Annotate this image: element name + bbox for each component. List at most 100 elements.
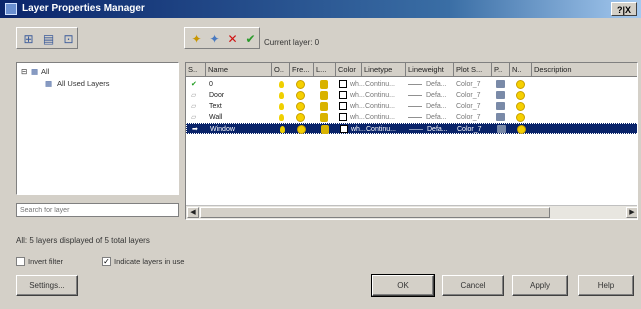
layer-plot-style[interactable]: Color_7	[456, 90, 481, 101]
settings-button[interactable]: Settings...	[16, 275, 78, 296]
lineweight-line-icon[interactable]: ——	[408, 101, 422, 112]
layer-row[interactable]: ▱ Text wh... Continu... —— Defa... Color_7	[186, 101, 637, 112]
current-check-icon[interactable]: ✔	[191, 79, 197, 90]
layer-lineweight[interactable]: Defa...	[427, 124, 448, 135]
layer-row[interactable]: ▱ Door wh... Continu... —— Defa... Color_7	[186, 90, 637, 101]
invert-filter-box[interactable]	[16, 257, 25, 266]
color-swatch-icon[interactable]	[339, 113, 347, 121]
layer-name[interactable]: Text	[209, 101, 222, 112]
lineweight-line-icon[interactable]: ——	[408, 79, 422, 90]
scroll-thumb[interactable]	[200, 207, 550, 218]
lock-icon[interactable]	[320, 113, 328, 122]
layer-lineweight[interactable]: Defa...	[426, 112, 447, 123]
layer-name[interactable]: Door	[209, 90, 224, 101]
plot-printer-icon[interactable]	[496, 91, 505, 99]
invert-filter-checkbox[interactable]: Invert filter	[16, 257, 63, 266]
layer-linetype[interactable]: Continu...	[366, 124, 396, 135]
lock-icon[interactable]	[320, 80, 328, 89]
on-bulb-icon[interactable]	[279, 92, 284, 99]
layer-color[interactable]: wh...	[350, 90, 365, 101]
layer-plot-style[interactable]: Color_7	[457, 124, 482, 135]
window-controls[interactable]: ?|X	[611, 2, 637, 16]
status-icon[interactable]: ▱	[191, 101, 196, 112]
scroll-right-icon[interactable]: ▶	[626, 207, 637, 218]
layer-linetype[interactable]: Continu...	[365, 101, 395, 112]
lock-icon[interactable]	[320, 91, 328, 100]
layer-color[interactable]: wh...	[350, 112, 365, 123]
lock-icon[interactable]	[321, 125, 329, 134]
layer-plot-style[interactable]: Color_7	[456, 112, 481, 123]
column-header[interactable]: Lineweight	[406, 63, 454, 77]
column-header[interactable]: Fre...	[290, 63, 314, 77]
layer-row[interactable]: ➡ Window wh... Continu... —— Defa... Color_7	[186, 123, 637, 135]
cancel-button[interactable]: Cancel	[442, 275, 504, 296]
new-vp-freeze-icon[interactable]	[516, 113, 525, 122]
new-vp-freeze-icon[interactable]	[516, 80, 525, 89]
new-property-filter-icon[interactable]: ⊞	[20, 30, 37, 47]
lineweight-line-icon[interactable]: ——	[408, 112, 422, 123]
layer-color[interactable]: wh...	[350, 101, 365, 112]
freeze-sun-icon[interactable]	[296, 113, 305, 122]
new-vp-freeze-icon[interactable]	[517, 125, 526, 134]
column-header[interactable]: Description	[532, 63, 637, 77]
status-icon[interactable]: ▱	[191, 112, 196, 123]
filter-tree[interactable]: ⊟ ▦ All ▦ All Used Layers	[16, 62, 179, 195]
on-bulb-icon[interactable]	[279, 114, 284, 121]
tree-expand-icon[interactable]: ⊟	[21, 67, 27, 76]
plot-printer-icon[interactable]	[496, 113, 505, 121]
on-bulb-icon[interactable]	[280, 126, 285, 133]
new-layer-vp-frozen-icon[interactable]: ✦	[206, 30, 223, 47]
new-vp-freeze-icon[interactable]	[516, 91, 525, 100]
plot-printer-icon[interactable]	[496, 80, 505, 88]
new-group-filter-icon[interactable]: ▤	[40, 30, 57, 47]
layer-color[interactable]: wh...	[351, 124, 366, 135]
layer-states-icon[interactable]: ⊡	[60, 30, 77, 47]
apply-button[interactable]: Apply	[512, 275, 568, 296]
layer-name[interactable]: Wall	[209, 112, 222, 123]
freeze-sun-icon[interactable]	[296, 91, 305, 100]
layer-linetype[interactable]: Continu...	[365, 90, 395, 101]
ok-button[interactable]: OK	[371, 274, 435, 297]
layer-plot-style[interactable]: Color_7	[456, 79, 481, 90]
on-bulb-icon[interactable]	[279, 81, 284, 88]
set-current-icon[interactable]: ✔	[242, 30, 259, 47]
new-vp-freeze-icon[interactable]	[516, 102, 525, 111]
scroll-left-icon[interactable]: ◀	[187, 207, 199, 218]
plot-printer-icon[interactable]	[497, 125, 506, 133]
column-header[interactable]: N..	[510, 63, 532, 77]
tree-all-used-layers[interactable]: All Used Layers	[57, 79, 110, 88]
layer-name[interactable]: 0	[209, 79, 213, 90]
freeze-sun-icon[interactable]	[297, 125, 306, 134]
indicate-layers-box[interactable]: ✓	[102, 257, 111, 266]
layer-name[interactable]: Window	[210, 124, 235, 135]
layer-lineweight[interactable]: Defa...	[426, 101, 447, 112]
layer-row[interactable]: ✔ 0 wh... Continu... —— Defa... Color_7	[186, 79, 637, 90]
layer-lineweight[interactable]: Defa...	[426, 90, 447, 101]
color-swatch-icon[interactable]	[339, 102, 347, 110]
freeze-sun-icon[interactable]	[296, 102, 305, 111]
layer-linetype[interactable]: Continu...	[365, 79, 395, 90]
lineweight-line-icon[interactable]: ——	[408, 90, 422, 101]
indicate-layers-checkbox[interactable]: ✓ Indicate layers in use	[102, 257, 184, 266]
plot-printer-icon[interactable]	[496, 102, 505, 110]
layer-plot-style[interactable]: Color_7	[456, 101, 481, 112]
column-header[interactable]: Plot S...	[454, 63, 492, 77]
column-header[interactable]: Name	[206, 63, 272, 77]
freeze-sun-icon[interactable]	[296, 80, 305, 89]
column-header[interactable]: P..	[492, 63, 510, 77]
delete-layer-icon[interactable]: ✕	[224, 30, 241, 47]
column-header[interactable]: Color	[336, 63, 362, 77]
column-header[interactable]: S..	[186, 63, 206, 77]
column-header[interactable]: Linetype	[362, 63, 406, 77]
layer-row[interactable]: ▱ Wall wh... Continu... —— Defa... Color_7	[186, 112, 637, 123]
new-layer-icon[interactable]: ✦	[188, 30, 205, 47]
column-header[interactable]: L...	[314, 63, 336, 77]
color-swatch-icon[interactable]	[339, 91, 347, 99]
search-layer-input[interactable]	[16, 203, 179, 217]
status-arrow-icon[interactable]: ➡	[192, 124, 198, 135]
lineweight-line-icon[interactable]: ——	[409, 124, 423, 135]
status-icon[interactable]: ▱	[191, 90, 196, 101]
lock-icon[interactable]	[320, 102, 328, 111]
layer-color[interactable]: wh...	[350, 79, 365, 90]
layer-linetype[interactable]: Continu...	[365, 112, 395, 123]
